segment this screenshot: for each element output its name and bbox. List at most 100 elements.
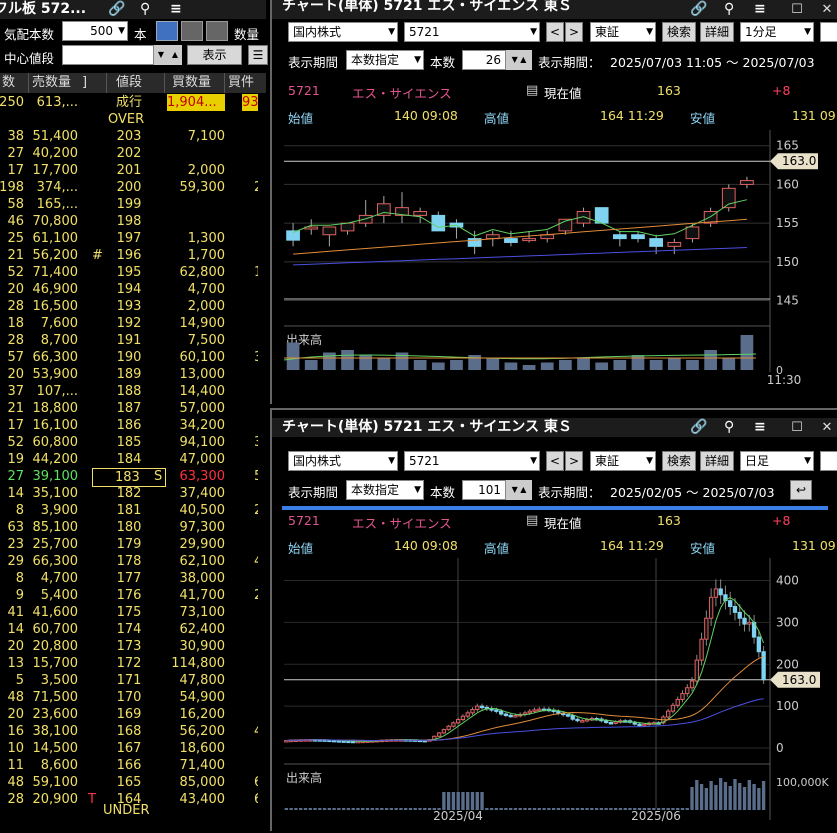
period-mode-select[interactable]: 本数指定 ▼ <box>346 480 424 500</box>
search-button[interactable]: 検索 <box>662 451 696 471</box>
board-row[interactable]: 41 41,600 175 73,100 <box>0 604 258 621</box>
layout-icon-3[interactable] <box>206 21 228 41</box>
board-row[interactable]: 9 5,400 176 41,700 2 <box>0 587 258 604</box>
prev-button[interactable]: < <box>546 22 564 42</box>
board-row[interactable]: 46 70,800 198 <box>0 213 258 230</box>
exchange-select[interactable]: 東証 ▼ <box>590 451 656 471</box>
period-mode-select[interactable]: 本数指定 ▼ <box>346 50 424 70</box>
prev-button[interactable]: < <box>546 451 564 471</box>
board-row[interactable]: 13 15,700 172 114,800 <box>0 655 258 672</box>
spin-down-button[interactable]: ▼ <box>154 45 168 65</box>
hdr-buy-count: 買件 <box>228 75 255 90</box>
code-select[interactable]: 5721 ▼ <box>404 451 540 471</box>
board-row[interactable]: 2739,100S18363,3005 <box>0 468 258 487</box>
buy-qty: 34,200 <box>179 418 226 433</box>
board-row[interactable]: 20 53,900 189 13,000 <box>0 366 258 383</box>
board-row[interactable]: 14 60,700 174 62,400 <box>0 621 258 638</box>
code-select[interactable]: 5721 ▼ <box>404 22 540 42</box>
extra-button[interactable]: ☰ <box>248 45 268 65</box>
board-row[interactable]: 27 40,200 202 <box>0 145 258 162</box>
board-row[interactable]: 28 8,700 191 7,500 <box>0 332 258 349</box>
board-row[interactable]: 20 20,800 173 30,900 <box>0 638 258 655</box>
undo-button[interactable]: ↩ <box>790 480 812 500</box>
board-row[interactable]: 38 51,400 203 7,100 <box>0 128 258 145</box>
board-row[interactable]: 198 374,... 200 59,300 2 <box>0 179 258 196</box>
extra-select[interactable]: ▼ <box>820 22 837 42</box>
board-row[interactable]: 20 46,900 194 4,700 <box>0 281 258 298</box>
search-icon[interactable]: ⚲ <box>724 418 734 437</box>
search-icon[interactable]: ⚲ <box>140 0 150 19</box>
market-select[interactable]: 国内株式 ▼ <box>288 451 398 471</box>
board-row[interactable]: 37 107,... 188 14,400 <box>0 383 258 400</box>
board-row[interactable]: 19 44,200 184 47,000 <box>0 451 258 468</box>
spin-up-button[interactable]: ▲ <box>168 45 182 65</box>
board-row[interactable]: 48 59,100 165 85,000 6 <box>0 774 258 791</box>
board-row[interactable]: 25 61,100 197 1,300 <box>0 230 258 247</box>
market-select[interactable]: 国内株式 ▼ <box>288 22 398 42</box>
board-row[interactable]: 20 23,600 169 16,200 <box>0 706 258 723</box>
board-row[interactable]: 21 56,200 #196 1,700 <box>0 247 258 264</box>
detail-button[interactable]: 詳細 <box>700 451 734 471</box>
board-row[interactable]: 28 16,500 193 2,000 <box>0 298 258 315</box>
board-row[interactable]: 21 18,800 187 57,000 <box>0 400 258 417</box>
board-row[interactable]: 14 35,100 182 37,400 <box>0 485 258 502</box>
search-button[interactable]: 検索 <box>662 22 696 42</box>
board-row[interactable]: 48 71,500 170 54,900 <box>0 689 258 706</box>
board-row[interactable]: 18 7,600 192 14,900 <box>0 315 258 332</box>
layout-icon-2[interactable] <box>181 21 203 41</box>
center-price-input[interactable] <box>62 45 154 65</box>
menu-icon[interactable]: ≡ <box>754 418 766 437</box>
quote-icon[interactable]: ▤ <box>526 513 538 528</box>
board-row[interactable]: 57 66,300 190 60,100 3 <box>0 349 258 366</box>
board-row[interactable]: 29 66,300 178 62,100 4 <box>0 553 258 570</box>
close-icon[interactable]: ✕ <box>816 418 837 437</box>
menu-icon[interactable]: ≡ <box>754 0 766 19</box>
candle <box>580 720 585 723</box>
volume-bar <box>289 808 293 810</box>
count-spinner[interactable]: ▼ ▲ <box>506 50 532 70</box>
exchange-select[interactable]: 東証 ▼ <box>590 22 656 42</box>
volume-bar <box>559 360 572 370</box>
link-icon[interactable]: 🔗 <box>690 0 707 19</box>
market-order-row[interactable]: 250 613,... 成行 1,904... 93 <box>0 94 259 111</box>
detail-button[interactable]: 詳細 <box>700 22 734 42</box>
interval-select[interactable]: 1分足 ▼ <box>740 22 814 42</box>
maximize-icon[interactable]: ☐ <box>786 0 808 19</box>
board-row[interactable]: 5 3,500 171 47,800 <box>0 672 258 689</box>
sell-qty: 16,500 <box>32 299 79 314</box>
board-row[interactable]: 8 3,900 181 40,500 2 <box>0 502 258 519</box>
board-row[interactable]: 52 71,400 195 62,800 1 <box>0 264 258 281</box>
next-button[interactable]: > <box>565 451 583 471</box>
display-button[interactable]: 表示 <box>187 45 242 65</box>
board-row[interactable]: 52 60,800 185 94,100 3 <box>0 434 258 451</box>
close-icon[interactable]: ✕ <box>816 0 837 19</box>
price-chart-1[interactable]: 165160155150145163.0出来高011:30 <box>272 130 837 404</box>
next-button[interactable]: > <box>565 22 583 42</box>
extra-select[interactable]: ▼ <box>820 451 837 471</box>
board-row[interactable]: 11 8,600 166 71,400 <box>0 757 258 774</box>
price-chart-2[interactable]: 400 300 200 100 0 2025/04 2025/06 163.0 出来高 100,0… <box>272 558 837 833</box>
quote-icon[interactable]: ▤ <box>526 83 538 98</box>
board-row[interactable]: 63 85,100 180 97,300 <box>0 519 258 536</box>
board-row[interactable]: 58 165,... 199 <box>0 196 258 213</box>
board-row[interactable]: 17 17,700 201 2,000 <box>0 162 258 179</box>
board-row[interactable]: 16 38,100 168 56,200 4 <box>0 723 258 740</box>
qty-select[interactable]: 500 ▼ <box>62 21 128 41</box>
layout-icon-1[interactable] <box>156 21 178 41</box>
board-row[interactable]: 23 25,700 179 29,900 <box>0 536 258 553</box>
candle <box>649 238 664 247</box>
menu-icon[interactable]: ≡ <box>170 0 182 19</box>
volume-bar <box>637 808 642 810</box>
board-row[interactable]: 17 16,100 186 34,200 <box>0 417 258 434</box>
link-icon[interactable]: 🔗 <box>690 418 707 437</box>
current-label: 現在値 <box>544 86 582 101</box>
count-spinner[interactable]: ▼ ▲ <box>506 480 532 500</box>
count-input[interactable]: 26 <box>462 50 506 70</box>
interval-select[interactable]: 日足 ▼ <box>740 451 814 471</box>
maximize-icon[interactable]: ☐ <box>786 418 808 437</box>
board-row[interactable]: 10 14,500 167 18,600 <box>0 740 258 757</box>
count-input[interactable]: 101 <box>462 480 506 500</box>
board-row[interactable]: 8 4,700 177 38,000 <box>0 570 258 587</box>
link-icon[interactable]: 🔗 <box>108 0 125 19</box>
search-icon[interactable]: ⚲ <box>724 0 734 19</box>
